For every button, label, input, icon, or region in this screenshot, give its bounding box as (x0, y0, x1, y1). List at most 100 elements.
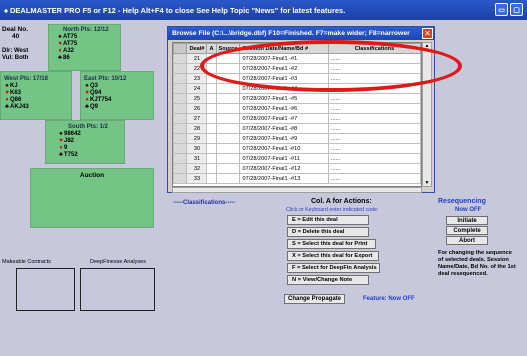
row-selector[interactable] (172, 93, 188, 104)
cell-action[interactable] (206, 143, 217, 154)
abort-button[interactable]: Abort (446, 236, 488, 245)
cell-source[interactable] (215, 123, 241, 134)
cell-deal[interactable]: 30 (186, 143, 208, 154)
cell-session[interactable]: 07/28/2007-Final1 -#11 (239, 153, 329, 164)
spade-icon: ♠ (4, 5, 8, 15)
cell-classifications[interactable]: ...... (327, 173, 422, 184)
cell-session[interactable]: 07/28/2007-Final1 -#10 (239, 143, 329, 154)
table-row[interactable]: 27 07/28/2007-Final1 -#7...... (172, 113, 422, 124)
makeable-contracts-label: Makeable Contracts (2, 259, 51, 265)
delete-deal-button[interactable]: D = Delete this deal (287, 227, 369, 237)
cell-deal[interactable]: 32 (186, 163, 208, 174)
row-selector[interactable] (172, 123, 188, 134)
cell-action[interactable] (206, 93, 217, 104)
table-row[interactable]: 31 07/28/2007-Final1 -#11...... (172, 153, 422, 164)
row-selector[interactable] (172, 83, 188, 94)
table-row[interactable]: 25 07/28/2007-Final1 -#5...... (172, 93, 422, 104)
browse-title: Browse File (C:\...\bridge.dbf) F10=Fini… (172, 30, 410, 37)
cell-deal[interactable]: 28 (186, 123, 208, 134)
table-row[interactable]: 29 07/28/2007-Final1 -#9...... (172, 133, 422, 144)
complete-button[interactable]: Complete (446, 226, 488, 235)
row-selector[interactable] (172, 153, 188, 164)
cell-source[interactable] (215, 103, 241, 114)
cell-deal[interactable]: 31 (186, 153, 208, 164)
cell-action[interactable] (206, 133, 217, 144)
cell-source[interactable] (215, 163, 241, 174)
close-window-icon[interactable]: ▢ (510, 3, 523, 16)
auction-panel[interactable]: Auction (30, 168, 154, 228)
cell-source[interactable] (215, 113, 241, 124)
cell-session[interactable]: 07/28/2007-Final1 -#12 (239, 163, 329, 174)
cell-action[interactable] (206, 163, 217, 174)
cell-action[interactable] (206, 173, 217, 184)
deal-label: Deal No. (2, 26, 29, 33)
col-header-deal[interactable]: Deal# (186, 43, 208, 54)
table-row[interactable]: 33 07/28/2007-Final1 -#13...... (172, 173, 422, 184)
cell-action[interactable] (206, 113, 217, 124)
west-header: West Pts: 17/18 (4, 76, 48, 82)
cell-classifications[interactable]: ...... (327, 123, 422, 134)
table-row[interactable]: 28 07/28/2007-Final1 -#8...... (172, 123, 422, 134)
cell-source[interactable] (215, 133, 241, 144)
select-deepfin-button[interactable]: F = Select for DeepFin Analysis (287, 263, 380, 273)
cell-classifications[interactable]: ...... (327, 93, 422, 104)
cell-deal[interactable]: 29 (186, 133, 208, 144)
scroll-down-icon[interactable]: ▼ (423, 180, 431, 186)
cell-source[interactable] (215, 143, 241, 154)
edit-deal-button[interactable]: E = Edit this deal (287, 215, 369, 225)
cell-source[interactable] (215, 173, 241, 184)
cell-classifications[interactable]: ...... (327, 103, 422, 114)
cell-classifications[interactable]: ...... (327, 133, 422, 144)
cell-deal[interactable]: 26 (186, 103, 208, 114)
cell-session[interactable]: 07/28/2007-Final1 -#8 (239, 123, 329, 134)
south-hand[interactable]: South Pts: 1/2 ♠ 98642 ♥ J82 ♦ 9 ♣ T752 (45, 120, 125, 164)
change-propagate-button[interactable]: Change Propagate (284, 294, 346, 304)
east-clubs: Q9 (90, 104, 99, 110)
select-print-button[interactable]: S = Select this deal for Print (287, 239, 376, 249)
cell-deal[interactable]: 23 (186, 73, 208, 84)
cell-deal[interactable]: 27 (186, 113, 208, 124)
table-row[interactable]: 30 07/28/2007-Final1 -#10...... (172, 143, 422, 154)
select-export-button[interactable]: X = Select this deal for Export (287, 251, 379, 261)
cell-classifications[interactable]: ...... (327, 143, 422, 154)
cell-deal[interactable]: 33 (186, 173, 208, 184)
cell-deal[interactable]: 25 (186, 93, 208, 104)
row-selector[interactable] (172, 163, 188, 174)
cell-session[interactable]: 07/28/2007-Final1 -#7 (239, 113, 329, 124)
browse-close-icon[interactable]: ✕ (422, 28, 433, 39)
cell-session[interactable]: 07/28/2007-Final1 -#13 (239, 173, 329, 184)
row-selector[interactable] (172, 73, 188, 84)
cell-source[interactable] (215, 93, 241, 104)
row-selector[interactable] (172, 63, 188, 74)
cell-classifications[interactable]: ...... (327, 153, 422, 164)
minimize-icon[interactable]: ▭ (495, 3, 508, 16)
browse-hscrollbar[interactable] (172, 187, 422, 193)
cell-action[interactable] (206, 153, 217, 164)
cell-source[interactable] (215, 153, 241, 164)
east-hand[interactable]: East Pts: 10/12 ♠ Q3 ♥ Q94 ♦ KJT754 ♣ Q9 (80, 71, 154, 120)
cell-classifications[interactable]: ...... (327, 113, 422, 124)
initiate-button[interactable]: Initiate (446, 216, 488, 225)
cell-session[interactable]: 07/28/2007-Final1 -#6 (239, 103, 329, 114)
cell-action[interactable] (206, 83, 217, 94)
cell-action[interactable] (206, 123, 217, 134)
cell-session[interactable]: 07/28/2007-Final1 -#9 (239, 133, 329, 144)
cell-source[interactable] (215, 83, 241, 94)
cell-action[interactable] (206, 103, 217, 114)
view-note-button[interactable]: N = View/Change Note (287, 275, 369, 285)
cell-session[interactable]: 07/28/2007-Final1 -#5 (239, 93, 329, 104)
row-selector[interactable] (172, 173, 188, 184)
row-selector[interactable] (172, 103, 188, 114)
west-hand[interactable]: West Pts: 17/18 ♠ KJ ♥ K63 ♦ Q86 ♣ AKJ43 (0, 71, 72, 120)
row-selector[interactable] (172, 133, 188, 144)
cell-classifications[interactable]: ...... (327, 163, 422, 174)
table-row[interactable]: 32 07/28/2007-Final1 -#12...... (172, 163, 422, 174)
col-header-action[interactable]: A (206, 43, 217, 54)
cell-deal[interactable]: 24 (186, 83, 208, 94)
row-selector[interactable] (172, 143, 188, 154)
table-row[interactable]: 26 07/28/2007-Final1 -#6...... (172, 103, 422, 114)
row-selector[interactable] (172, 113, 188, 124)
north-hand[interactable]: North Pts: 12/12 ♠ AT75 ♥ AT75 ♦ A32 ♣ 86 (48, 24, 121, 71)
browse-titlebar[interactable]: Browse File (C:\...\bridge.dbf) F10=Fini… (168, 27, 434, 40)
row-selector[interactable] (172, 53, 188, 64)
